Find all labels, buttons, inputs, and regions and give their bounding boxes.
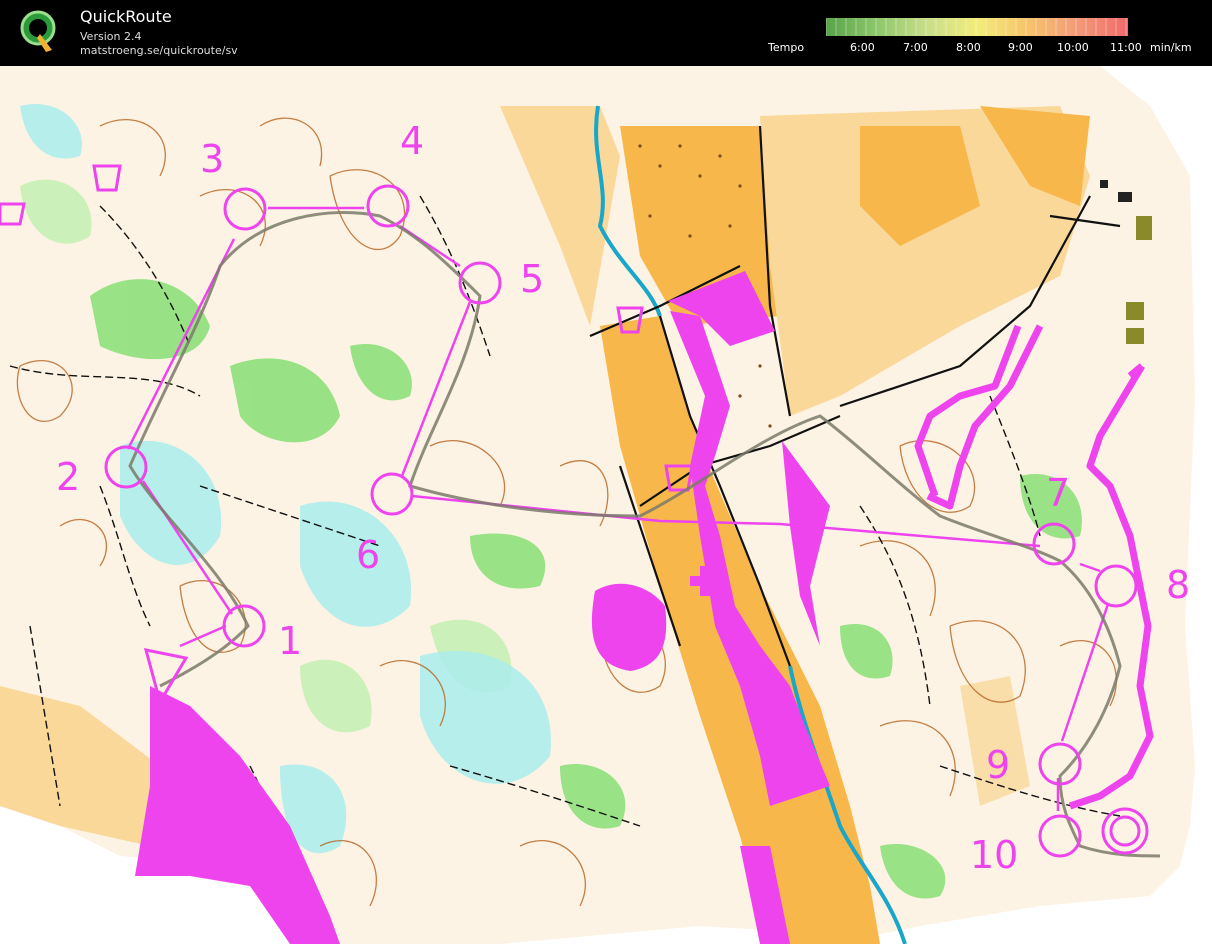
app-version: Version 2.4 <box>80 30 142 43</box>
control-label-1: 1 <box>278 619 302 663</box>
control-label-7: 7 <box>1046 471 1070 515</box>
tempo-color-scale <box>826 18 1128 36</box>
tempo-tick: 7:00 <box>903 41 928 54</box>
app-title: QuickRoute <box>80 7 172 26</box>
tempo-tick: 9:00 <box>1008 41 1033 54</box>
app-url: matstroeng.se/quickroute/sv <box>80 44 238 57</box>
control-label-3: 3 <box>200 137 224 181</box>
control-label-6: 6 <box>356 533 380 577</box>
control-label-8: 8 <box>1166 563 1190 607</box>
app-header: QuickRoute Version 2.4 matstroeng.se/qui… <box>0 0 1212 66</box>
control-label-9: 9 <box>986 743 1010 787</box>
control-label-2: 2 <box>56 455 80 499</box>
control-label-5: 5 <box>520 257 544 301</box>
tempo-label: Tempo <box>768 41 805 54</box>
control-label-10: 10 <box>970 833 1018 877</box>
tempo-tick: 6:00 <box>850 41 875 54</box>
tempo-tick: 8:00 <box>956 41 981 54</box>
tempo-tick: 11:00 <box>1110 41 1142 54</box>
orienteering-map[interactable]: 1 2 3 4 5 6 7 8 9 10 <box>0 66 1212 944</box>
control-label-4: 4 <box>400 119 424 163</box>
quickroute-logo-icon <box>20 10 56 52</box>
tempo-tick: 10:00 <box>1057 41 1089 54</box>
tempo-unit: min/km <box>1150 41 1192 54</box>
tempo-gradient <box>826 18 1128 36</box>
